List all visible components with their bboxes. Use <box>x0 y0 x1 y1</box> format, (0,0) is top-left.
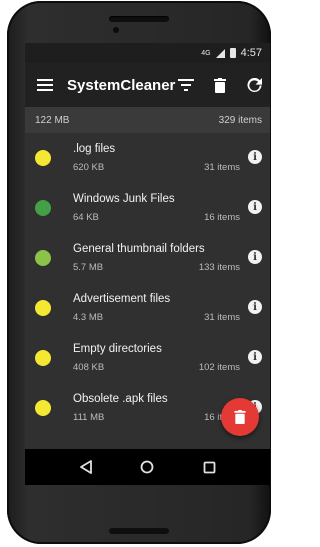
info-icon[interactable]: i <box>248 350 262 364</box>
item-title: Empty directories <box>73 343 162 355</box>
filter-list: .log files 620 KB 31 items i Windows Jun… <box>25 133 270 433</box>
info-icon[interactable]: i <box>248 250 262 264</box>
status-dot <box>35 350 51 366</box>
back-icon <box>79 460 92 474</box>
total-size: 122 MB <box>35 114 70 126</box>
status-bar: 4G 4:57 <box>25 43 270 63</box>
list-item[interactable]: General thumbnail folders 5.7 MB 133 ite… <box>25 233 270 283</box>
item-size: 5.7 MB <box>73 262 104 273</box>
status-dot <box>35 150 51 166</box>
info-icon[interactable]: i <box>248 150 262 164</box>
item-count: 16 items <box>204 212 240 223</box>
item-title: Obsolete .apk files <box>73 393 168 405</box>
list-item[interactable]: .log files 620 KB 31 items i <box>25 133 270 183</box>
info-icon[interactable]: i <box>248 300 262 314</box>
item-title: Windows Junk Files <box>73 193 175 205</box>
front-camera <box>113 27 119 33</box>
status-dot <box>35 250 51 266</box>
item-count: 31 items <box>204 162 240 173</box>
bottom-speaker <box>109 528 169 534</box>
list-item[interactable]: Empty directories 408 KB 102 items i <box>25 333 270 383</box>
item-title: .log files <box>73 143 116 155</box>
phone-frame: 4G 4:57 SystemCleaner 122 MB 329 items .… <box>7 1 271 544</box>
total-items: 329 items <box>218 114 262 126</box>
item-size: 111 MB <box>73 412 105 423</box>
item-count: 133 items <box>198 262 240 273</box>
summary-bar: 122 MB 329 items <box>25 107 270 133</box>
recents-icon <box>203 461 216 473</box>
list-item[interactable]: Windows Junk Files 64 KB 16 items i <box>25 183 270 233</box>
list-item[interactable]: Advertisement files 4.3 MB 31 items i <box>25 283 270 333</box>
refresh-icon[interactable] <box>243 74 265 96</box>
trash-icon[interactable] <box>209 74 231 96</box>
screen: 4G 4:57 SystemCleaner 122 MB 329 items .… <box>25 43 270 485</box>
status-dot <box>35 200 51 216</box>
delete-fab-button[interactable] <box>221 398 259 436</box>
home-button[interactable] <box>135 455 159 479</box>
item-title: General thumbnail folders <box>73 243 205 255</box>
top-speaker <box>109 16 169 22</box>
item-size: 4.3 MB <box>73 312 104 323</box>
status-dot <box>35 300 51 316</box>
trash-icon <box>234 410 246 424</box>
toolbar-actions <box>175 74 265 96</box>
filter-icon[interactable] <box>175 74 197 96</box>
battery-icon <box>229 48 236 58</box>
item-size: 408 KB <box>73 362 105 373</box>
signal-icon <box>215 48 225 58</box>
item-title: Advertisement files <box>73 293 171 305</box>
back-button[interactable] <box>74 455 98 479</box>
network-type: 4G <box>201 49 211 57</box>
home-icon <box>141 460 154 474</box>
recents-button[interactable] <box>197 455 221 479</box>
item-size: 620 KB <box>73 162 105 173</box>
item-count: 102 items <box>198 362 240 373</box>
item-size: 64 KB <box>73 212 99 223</box>
menu-icon[interactable] <box>37 74 53 96</box>
system-nav-bar <box>25 449 270 485</box>
item-count: 31 items <box>204 312 240 323</box>
app-toolbar: SystemCleaner <box>25 63 270 107</box>
app-title: SystemCleaner <box>67 76 176 94</box>
info-icon[interactable]: i <box>248 200 262 214</box>
status-dot <box>35 400 51 416</box>
clock: 4:57 <box>240 47 262 59</box>
